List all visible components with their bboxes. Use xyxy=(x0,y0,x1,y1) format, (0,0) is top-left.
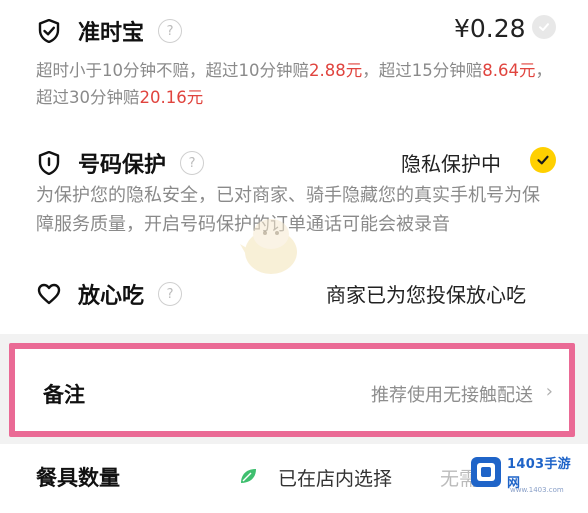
brand-url: www.1403.com xyxy=(510,486,564,494)
privacy-row[interactable]: 号码保护 ? xyxy=(36,147,205,179)
ontime-amount: 20.16元 xyxy=(139,88,204,107)
ontime-row[interactable]: 准时宝 ? xyxy=(36,15,183,47)
ontime-amount: 2.88元 xyxy=(309,61,363,80)
tableware-value: 已在店内选择 xyxy=(278,468,393,490)
assure-status: 商家已为您投保放心吃 xyxy=(326,283,526,307)
order-options-card: 准时宝 ? ¥0.28 超时小于10分钟不赔，超过10分钟赔2.88元，超过15… xyxy=(0,0,588,334)
ontime-description: 超时小于10分钟不赔，超过10分钟赔2.88元，超过15分钟赔8.64元，超过3… xyxy=(36,57,556,111)
site-watermark-logo: 1403手游网 xyxy=(471,455,581,491)
note-row[interactable]: 备注 推荐使用无接触配送 › xyxy=(9,343,575,437)
ontime-desc-text: ，超过15分钟赔 xyxy=(362,61,483,80)
help-icon[interactable]: ? xyxy=(158,282,183,306)
ontime-checkbox[interactable] xyxy=(532,15,556,39)
help-icon[interactable]: ? xyxy=(180,151,205,175)
assure-row[interactable]: 放心吃 ? xyxy=(36,278,183,310)
brand-logo-icon xyxy=(471,457,501,487)
ontime-price: ¥0.28 xyxy=(454,14,526,43)
mascot-watermark xyxy=(236,212,306,286)
ontime-desc-text: 超时小于10分钟不赔，超过10分钟赔 xyxy=(36,61,309,80)
shield-lock-icon xyxy=(36,150,62,176)
privacy-status: 隐私保护中 xyxy=(401,152,501,176)
shield-check-icon xyxy=(36,18,62,44)
privacy-checkbox[interactable] xyxy=(530,147,556,173)
leaf-icon xyxy=(238,466,258,490)
help-icon[interactable]: ? xyxy=(158,19,183,43)
note-label: 备注 xyxy=(43,383,85,407)
privacy-title: 号码保护 xyxy=(78,153,167,178)
heart-icon xyxy=(36,281,62,307)
chevron-right-icon: › xyxy=(545,381,553,402)
assure-title: 放心吃 xyxy=(78,284,145,309)
note-value: 推荐使用无接触配送 xyxy=(371,385,533,406)
tableware-label: 餐具数量 xyxy=(36,466,120,490)
ontime-amount: 8.64元 xyxy=(482,61,536,80)
ontime-title: 准时宝 xyxy=(78,21,145,46)
